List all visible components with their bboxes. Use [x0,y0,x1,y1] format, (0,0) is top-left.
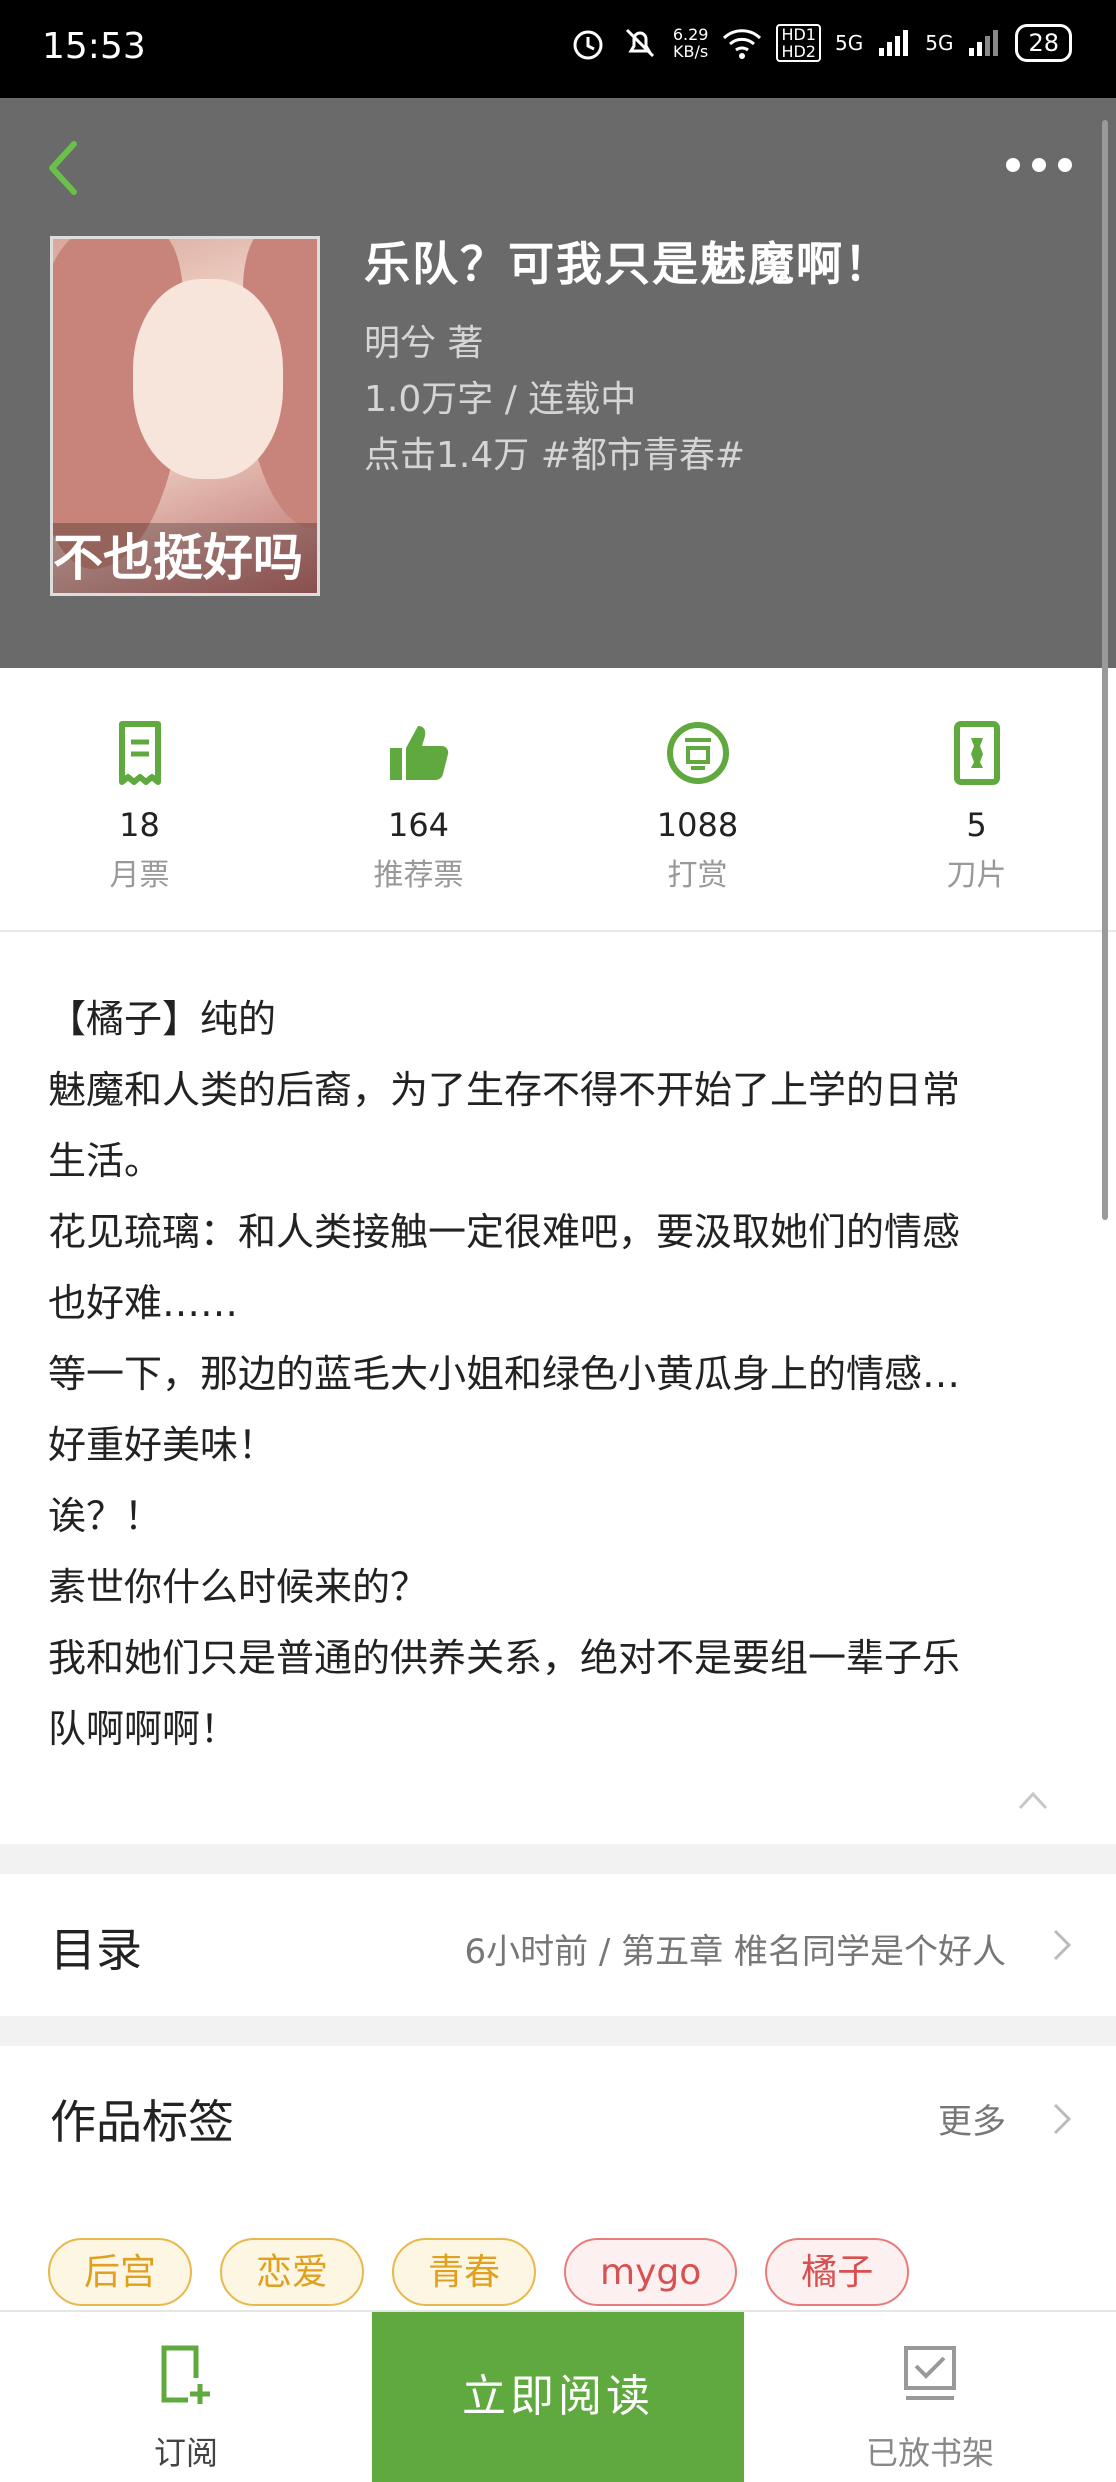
description-line: 魅魔和人类的后裔，为了生存不得不开始了上学的日常 [48,1068,961,1112]
stat-label: 刀片 [946,858,1007,893]
catalog-label: 目录 [50,1923,142,1977]
book-header: 不也挺好吗 乐队？可我只是魅魔啊！ 明兮 著 1.0万字 / 连载中 点击1.4… [0,98,1116,668]
reward-icon [666,722,729,784]
stat-label: 推荐票 [373,858,464,893]
stat-label: 打赏 [667,858,728,893]
description-line: 生活。 [48,1139,163,1183]
net-speed-value: 6.29 [672,25,709,44]
status-icons: 6.29 KB/s HD1 HD2 5G 5G 28 [569,24,1072,62]
chevron-right-icon[interactable] [1052,2102,1072,2136]
catalog-row[interactable]: 目录 6小时前 / 第五章 椎名同学是个好人 [0,1874,1116,2016]
tag-mygo[interactable]: mygo [564,2238,738,2306]
stats-bar: 18 月票 164 推荐票 1088 打赏 5 刀片 [0,668,1116,932]
bookshelf-check-icon [904,2346,956,2400]
stat-value: 164 [387,806,450,844]
tags-more-link[interactable]: 更多 [938,2094,1006,2143]
battery-indicator: 28 [1015,24,1072,62]
cover-caption: 不也挺好吗 [53,523,317,593]
signal-5g-2: 5G [925,31,954,55]
stat-value: 1088 [656,806,739,844]
tag-list: 后宫 恋爱 青春 mygo 橘子 [48,2238,910,2306]
tag-harem[interactable]: 后宫 [48,2238,193,2306]
monthly-ticket-icon [118,721,161,785]
book-description: 【橘子】纯的 魅魔和人类的后裔，为了生存不得不开始了上学的日常 生活。 花见琉璃… [0,932,1116,1844]
description-line: 等一下，那边的蓝毛大小姐和绿色小黄瓜身上的情感… [48,1352,961,1396]
back-arrow-icon[interactable] [44,138,84,198]
hd2-label: HD2 [781,42,816,61]
bottom-action-bar: 订阅 立即阅读 已放书架 [0,2310,1116,2482]
subscribe-add-icon [161,2345,210,2404]
status-time: 15:53 [42,26,146,67]
book-word-count-status: 1.0万字 / 连载中 [364,379,637,420]
wifi-icon [723,29,762,59]
description-line: 【橘子】纯的 [48,997,277,1041]
stat-recommend-ticket[interactable]: 164 推荐票 [279,668,558,930]
stat-reward[interactable]: 1088 打赏 [558,668,837,930]
subscribe-label: 订阅 [153,2434,218,2472]
signal-bars-icon [879,30,909,56]
net-speed: 6.29 KB/s [673,26,709,60]
book-title: 乐队？可我只是魅魔啊！ [364,237,892,291]
description-line: 诶？！ [48,1494,163,1538]
description-line: 好重好美味！ [48,1423,277,1467]
stat-value: 18 [119,806,160,844]
subscribe-button[interactable]: 订阅 [0,2312,372,2482]
add-to-shelf-button[interactable]: 已放书架 [744,2312,1116,2482]
stat-monthly-ticket[interactable]: 18 月票 [0,668,279,930]
stat-value: 5 [966,806,987,844]
read-now-button[interactable]: 立即阅读 [372,2312,744,2482]
more-options-icon[interactable] [1006,158,1072,172]
hd1-label: HD1 [781,25,816,44]
description-line: 我和她们只是普通的供养关系，绝对不是要组一辈子乐 [48,1636,961,1680]
description-line: 也好难…… [48,1281,239,1325]
book-author: 明兮 著 [364,323,484,364]
net-speed-unit: KB/s [673,42,709,61]
signal-5g-1: 5G [834,31,864,55]
thumbs-up-icon [389,726,448,780]
tag-romance[interactable]: 恋爱 [220,2238,365,2306]
hd-indicator: HD1 HD2 [776,24,821,62]
stat-blade[interactable]: 5 刀片 [837,668,1116,930]
description-line: 花见琉璃：和人类接触一定很难吧，要汲取她们的情感 [48,1210,961,1254]
tag-youth[interactable]: 青春 [392,2238,537,2306]
on-shelf-label: 已放书架 [865,2434,994,2472]
book-cover: 不也挺好吗 [50,236,320,596]
alarm-icon [573,30,603,60]
scrollbar[interactable] [1102,120,1108,1220]
description-line: 素世你什么时候来的？ [48,1565,429,1609]
description-line: 队啊啊啊！ [48,1707,239,1751]
status-bar: 15:53 6.29 KB/s HD1 HD2 5G 5G 28 [0,0,1116,98]
mute-bell-icon [625,28,654,58]
signal-bars-icon [969,30,999,56]
stat-label: 月票 [109,858,170,893]
tag-orange[interactable]: 橘子 [765,2238,910,2306]
tags-section-title: 作品标签 [50,2095,234,2149]
book-clicks-genre: 点击1.4万 #都市青春# [364,435,746,476]
chevron-right-icon [1053,1929,1072,1961]
blade-icon [953,721,1000,785]
collapse-chevron-up-icon[interactable] [1018,1790,1048,1810]
latest-chapter: 6小时前 / 第五章 椎名同学是个好人 [464,1932,1006,1972]
